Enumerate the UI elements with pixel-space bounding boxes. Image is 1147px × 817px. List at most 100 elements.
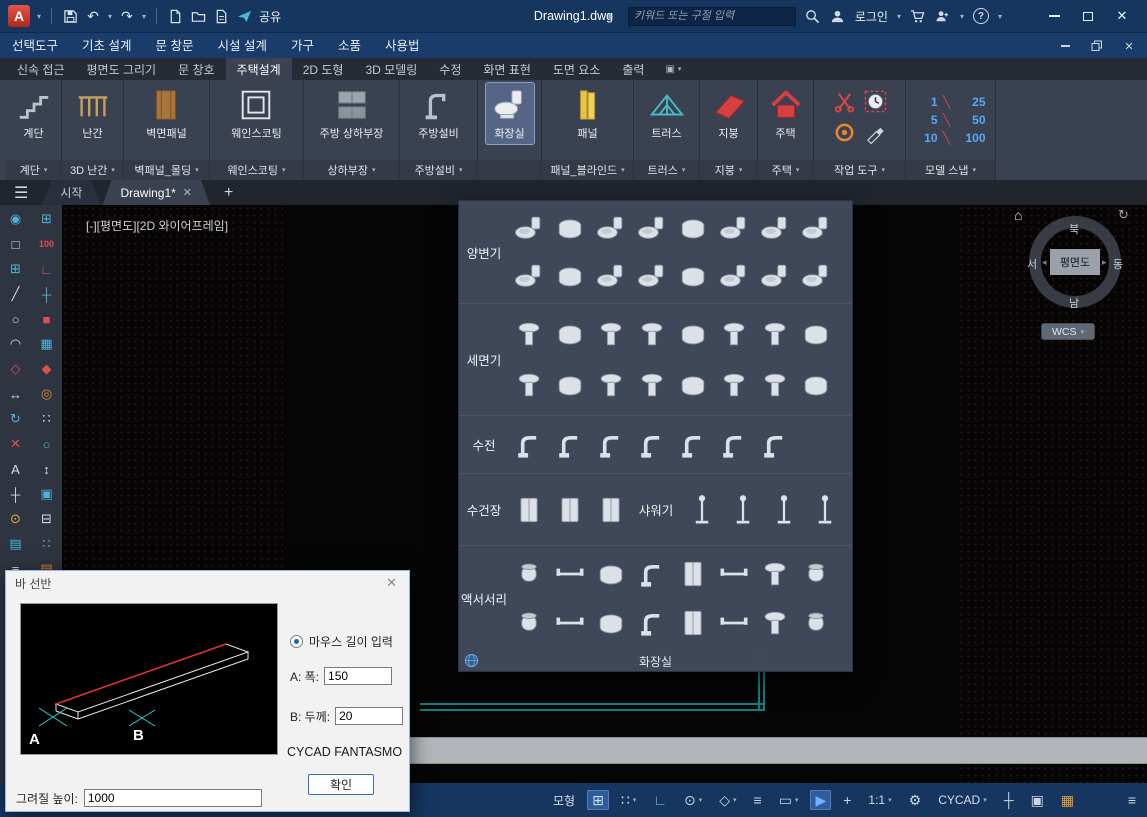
- stretch-icon[interactable]: ↔: [4, 383, 28, 405]
- search-box[interactable]: [628, 7, 796, 26]
- fixture-icon[interactable]: [714, 552, 753, 596]
- fixture-icon[interactable]: [632, 206, 671, 250]
- snap-value[interactable]: 50: [956, 113, 986, 127]
- fixture-icon[interactable]: [509, 601, 548, 645]
- fixture-icon[interactable]: [632, 254, 671, 298]
- erase-icon[interactable]: ✕: [4, 433, 28, 455]
- close-button[interactable]: ✕: [1105, 2, 1139, 30]
- document-tab[interactable]: 시작: [42, 180, 100, 205]
- ribbon-tab[interactable]: 출력: [611, 58, 655, 80]
- ribbon-tab[interactable]: 수정: [428, 58, 472, 80]
- ribbon-tab[interactable]: 주택설계: [226, 58, 292, 80]
- fixture-icon[interactable]: [714, 206, 753, 250]
- status-menu[interactable]: ≡: [1123, 790, 1141, 810]
- truss-button[interactable]: 트러스: [643, 83, 691, 144]
- toilet-button[interactable]: 화장실: [486, 83, 534, 144]
- search-input[interactable]: [634, 10, 790, 22]
- snap-mode[interactable]: ∷▾: [616, 790, 641, 810]
- fixture-icon[interactable]: [632, 601, 671, 645]
- share-plane-icon[interactable]: [236, 7, 252, 25]
- help-icon[interactable]: ?: [973, 8, 989, 24]
- axis-icon[interactable]: ┼: [35, 283, 59, 305]
- cart-icon[interactable]: [910, 7, 926, 25]
- height-input[interactable]: [84, 789, 262, 807]
- fixture-icon[interactable]: [673, 312, 712, 356]
- save-icon[interactable]: [62, 7, 78, 25]
- drawing-restore-button[interactable]: [1089, 38, 1105, 54]
- fixture-icon[interactable]: [673, 601, 712, 645]
- panel-group-label[interactable]: 계단▾: [6, 160, 61, 180]
- document-tab[interactable]: Drawing1*✕: [102, 180, 210, 205]
- circle2-icon[interactable]: ○: [35, 433, 59, 455]
- ribbon-display-caret-icon[interactable]: ▾: [678, 65, 682, 73]
- fixture-icon[interactable]: [755, 206, 794, 250]
- home-view-icon[interactable]: ⌂: [1014, 207, 1022, 223]
- fixture-icon[interactable]: [682, 488, 721, 532]
- solid-diamond-icon[interactable]: ◆: [35, 358, 59, 380]
- sketch-icon[interactable]: □: [4, 233, 28, 255]
- fixture-icon[interactable]: [796, 601, 835, 645]
- ribbon-tab[interactable]: 문 창호: [167, 58, 225, 80]
- selection-cycling[interactable]: ▶: [810, 790, 831, 810]
- isolate-objects[interactable]: ▦: [1056, 790, 1079, 810]
- workspace[interactable]: CYCAD▾: [933, 790, 992, 810]
- ok-button[interactable]: 확인: [308, 774, 374, 795]
- fixture-icon[interactable]: [550, 601, 589, 645]
- roof-button[interactable]: 지붕: [705, 83, 753, 144]
- fixture-icon[interactable]: [796, 363, 835, 407]
- crosshair[interactable]: ┼: [999, 790, 1019, 810]
- fixture-icon[interactable]: [550, 312, 589, 356]
- fixture-icon[interactable]: [591, 601, 630, 645]
- minus-box-icon[interactable]: ⊟: [35, 508, 59, 530]
- fixture-icon[interactable]: [509, 423, 548, 467]
- menu-item-4[interactable]: 시설 설계: [205, 33, 278, 59]
- house-button[interactable]: 주택: [762, 83, 810, 144]
- undo-caret-icon[interactable]: ▾: [108, 12, 112, 21]
- panel-group-label[interactable]: [478, 160, 541, 180]
- fixture-icon[interactable]: [632, 423, 671, 467]
- app-logo[interactable]: A: [8, 5, 30, 27]
- fixture-icon[interactable]: [591, 363, 630, 407]
- fixture-icon[interactable]: [796, 206, 835, 250]
- ribbon-tab[interactable]: 신속 접근: [6, 58, 76, 80]
- panel-group-label[interactable]: 주방설비▾: [400, 160, 477, 180]
- fixture-icon[interactable]: [796, 552, 835, 596]
- login-label[interactable]: 로그인: [855, 8, 888, 25]
- rotate-right-arrow-icon[interactable]: ▸: [1102, 257, 1107, 268]
- drawing-minimize-button[interactable]: [1057, 38, 1073, 54]
- fixture-icon[interactable]: [755, 601, 794, 645]
- line-icon[interactable]: ╱: [4, 283, 28, 305]
- minimize-button[interactable]: [1037, 2, 1071, 30]
- target-icon[interactable]: ⊙: [4, 508, 28, 530]
- diamond-icon[interactable]: ◇: [4, 358, 28, 380]
- rotate-left-arrow-icon[interactable]: ◂: [1042, 257, 1047, 268]
- fixture-icon[interactable]: [764, 488, 803, 532]
- ortho-icon[interactable]: ∟: [35, 258, 59, 280]
- fixture-icon[interactable]: [723, 488, 762, 532]
- user-add-caret-icon[interactable]: ▾: [960, 12, 964, 21]
- fixture-icon[interactable]: [714, 312, 753, 356]
- dialog-close-icon[interactable]: ✕: [383, 575, 400, 591]
- text-icon[interactable]: A: [4, 458, 28, 480]
- fixture-icon[interactable]: [509, 206, 548, 250]
- panel-group-label[interactable]: 3D 난간▾: [62, 160, 123, 180]
- circle-icon[interactable]: ○: [4, 308, 28, 330]
- rotate-icon[interactable]: ↻: [4, 408, 28, 430]
- ribbon-tab[interactable]: 2D 도형: [292, 58, 355, 80]
- wall-panel-button[interactable]: 벽면패널: [141, 83, 191, 144]
- panel-button[interactable]: 패널: [564, 83, 612, 144]
- user-icon[interactable]: [830, 7, 846, 25]
- fixture-icon[interactable]: [591, 488, 630, 532]
- user-add-icon[interactable]: [935, 7, 951, 25]
- fixture-icon[interactable]: [805, 488, 844, 532]
- stairs-button[interactable]: 계단: [10, 83, 58, 144]
- fixture-icon[interactable]: [509, 312, 548, 356]
- panel-group-label[interactable]: 지붕▾: [700, 160, 757, 180]
- snap-value[interactable]: 100: [956, 131, 986, 145]
- fixture-icon[interactable]: [755, 254, 794, 298]
- fixture-icon[interactable]: [673, 552, 712, 596]
- fixture-icon[interactable]: [632, 363, 671, 407]
- point-style-icon[interactable]: ◉: [4, 208, 28, 230]
- drawing-close-button[interactable]: ✕: [1121, 38, 1137, 54]
- help-caret-icon[interactable]: ▾: [998, 12, 1002, 21]
